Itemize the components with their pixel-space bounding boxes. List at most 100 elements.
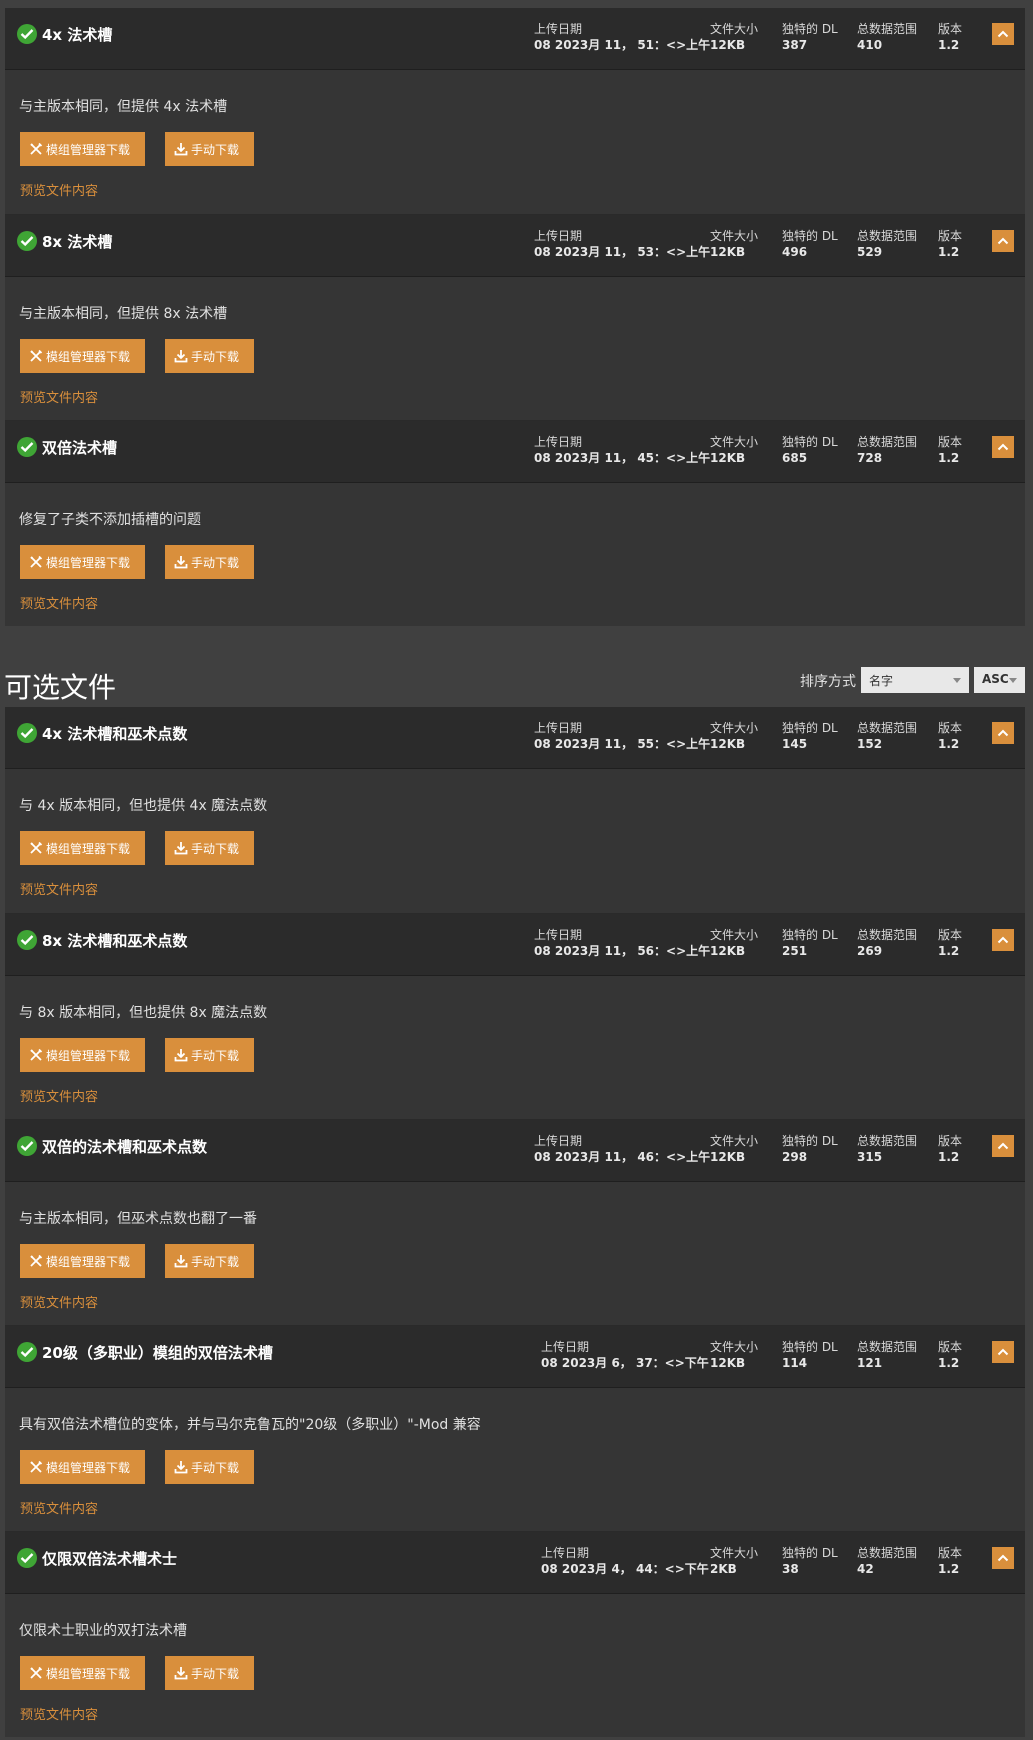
- upload-date-value: 08 2023月 11， 55：<>上午: [534, 737, 711, 751]
- upload-date-label: 上传日期: [534, 22, 583, 36]
- version-value: 1.2: [938, 737, 960, 751]
- mod-manager-download-button[interactable]: 模组管理器下载: [20, 545, 145, 579]
- main-files-list: 4x 法术槽 上传日期 08 2023月 11， 51：<>上午 文件大小 12…: [5, 8, 1025, 626]
- manual-download-button[interactable]: 手动下载: [165, 1244, 254, 1278]
- preview-file-contents-link[interactable]: 预览文件内容: [20, 1704, 98, 1723]
- mod-manager-download-button[interactable]: 模组管理器下载: [20, 1656, 145, 1690]
- unique-dl-label: 独特的 DL: [782, 928, 838, 942]
- chevron-up-icon: [997, 936, 1009, 944]
- file-size-value: 12KB: [710, 245, 746, 259]
- file-header[interactable]: 双倍法术槽 上传日期 08 2023月 11， 45：<>上午 文件大小 12K…: [5, 421, 1025, 483]
- manual-download-button[interactable]: 手动下载: [165, 1038, 254, 1072]
- file-size-value: 12KB: [710, 38, 746, 52]
- file-card: 8x 法术槽和巫术点数 上传日期 08 2023月 11， 56：<>上午 文件…: [5, 913, 1025, 1119]
- file-size-label: 文件大小: [710, 229, 759, 243]
- file-header[interactable]: 仅限双倍法术槽术士 上传日期 08 2023月 4， 44：<>下午 文件大小 …: [5, 1532, 1025, 1594]
- collapse-button[interactable]: [992, 1341, 1014, 1363]
- unique-dl-label: 独特的 DL: [782, 22, 838, 36]
- version-label: 版本: [938, 1134, 963, 1148]
- sort-order-select[interactable]: ASC: [974, 667, 1025, 693]
- unique-dl-stat: 独特的 DL 38: [782, 1545, 838, 1577]
- file-header[interactable]: 4x 法术槽 上传日期 08 2023月 11， 51：<>上午 文件大小 12…: [5, 8, 1025, 70]
- file-name: 8x 法术槽和巫术点数: [42, 932, 188, 950]
- upload-date-value: 08 2023月 11， 46：<>上午: [534, 1150, 711, 1164]
- unique-dl-label: 独特的 DL: [782, 1546, 838, 1560]
- collapse-button[interactable]: [992, 1135, 1014, 1157]
- manual-download-label: 手动下载: [191, 142, 240, 157]
- mod-manager-download-button[interactable]: 模组管理器下载: [20, 132, 145, 166]
- check-circle-icon: [17, 723, 37, 743]
- collapse-button[interactable]: [992, 1547, 1014, 1569]
- unique-dl-stat: 独特的 DL 298: [782, 1133, 838, 1165]
- sort-order-value: ASC: [982, 672, 1009, 686]
- total-dl-value: 269: [857, 944, 883, 958]
- manual-download-label: 手动下载: [191, 841, 240, 856]
- file-name: 4x 法术槽: [42, 26, 113, 44]
- manual-download-button[interactable]: 手动下载: [165, 1656, 254, 1690]
- file-header[interactable]: 8x 法术槽 上传日期 08 2023月 11， 53：<>上午 文件大小 12…: [5, 215, 1025, 277]
- sort-by-select[interactable]: 名字: [861, 667, 969, 693]
- file-size-stat: 文件大小 12KB: [710, 927, 758, 959]
- upload-date-stat: 上传日期 08 2023月 11， 46：<>上午: [534, 1133, 710, 1165]
- total-dl-stat: 总数据范围 728: [857, 434, 917, 466]
- chevron-up-icon: [997, 30, 1009, 38]
- file-name: 双倍法术槽: [42, 439, 118, 457]
- manual-download-button[interactable]: 手动下载: [165, 545, 254, 579]
- sort-by-value: 名字: [869, 674, 894, 688]
- preview-file-contents-link[interactable]: 预览文件内容: [20, 387, 98, 406]
- manual-download-button[interactable]: 手动下载: [165, 1450, 254, 1484]
- unique-dl-value: 114: [782, 1356, 808, 1370]
- collapse-button[interactable]: [992, 929, 1014, 951]
- mod-manager-download-button[interactable]: 模组管理器下载: [20, 1244, 145, 1278]
- wrench-icon: [30, 1254, 43, 1267]
- unique-dl-label: 独特的 DL: [782, 1340, 838, 1354]
- preview-file-contents-link[interactable]: 预览文件内容: [20, 1086, 98, 1105]
- preview-file-contents-link[interactable]: 预览文件内容: [20, 879, 98, 898]
- mod-manager-download-button[interactable]: 模组管理器下载: [20, 339, 145, 373]
- unique-dl-stat: 独特的 DL 114: [782, 1339, 838, 1371]
- upload-date-value: 08 2023月 11， 51：<>上午: [534, 38, 711, 52]
- file-header[interactable]: 8x 法术槽和巫术点数 上传日期 08 2023月 11， 56：<>上午 文件…: [5, 914, 1025, 976]
- upload-date-label: 上传日期: [534, 928, 583, 942]
- file-header[interactable]: 4x 法术槽和巫术点数 上传日期 08 2023月 11， 55：<>上午 文件…: [5, 707, 1025, 769]
- collapse-button[interactable]: [992, 23, 1014, 45]
- manual-download-button[interactable]: 手动下载: [165, 831, 254, 865]
- file-header[interactable]: 双倍的法术槽和巫术点数 上传日期 08 2023月 11， 46：<>上午 文件…: [5, 1120, 1025, 1182]
- file-card: 8x 法术槽 上传日期 08 2023月 11， 53：<>上午 文件大小 12…: [5, 214, 1025, 420]
- file-size-stat: 文件大小 12KB: [710, 720, 758, 752]
- total-dl-label: 总数据范围: [857, 1340, 918, 1354]
- collapse-button[interactable]: [992, 230, 1014, 252]
- file-size-stat: 文件大小 12KB: [710, 434, 758, 466]
- manual-download-button[interactable]: 手动下载: [165, 132, 254, 166]
- upload-date-value: 08 2023月 11， 45：<>上午: [534, 451, 711, 465]
- upload-date-label: 上传日期: [534, 721, 583, 735]
- mod-manager-download-button[interactable]: 模组管理器下载: [20, 831, 145, 865]
- file-header[interactable]: 20级（多职业）模组的双倍法术槽 上传日期 08 2023月 6， 37：<>下…: [5, 1326, 1025, 1388]
- upload-date-stat: 上传日期 08 2023月 11， 51：<>上午: [534, 21, 710, 53]
- mod-manager-download-button[interactable]: 模组管理器下载: [20, 1038, 145, 1072]
- total-dl-value: 529: [857, 245, 883, 259]
- unique-dl-label: 独特的 DL: [782, 435, 838, 449]
- preview-file-contents-link[interactable]: 预览文件内容: [20, 1498, 98, 1517]
- preview-file-contents-link[interactable]: 预览文件内容: [20, 593, 98, 612]
- file-description: 与主版本相同，但提供 8x 法术槽: [19, 306, 228, 322]
- version-value: 1.2: [938, 245, 960, 259]
- total-dl-label: 总数据范围: [857, 22, 918, 36]
- preview-file-contents-link[interactable]: 预览文件内容: [20, 180, 98, 199]
- file-name: 20级（多职业）模组的双倍法术槽: [42, 1344, 273, 1362]
- total-dl-stat: 总数据范围 410: [857, 21, 917, 53]
- version-stat: 版本 1.2: [938, 1133, 962, 1165]
- file-name: 8x 法术槽: [42, 233, 113, 251]
- preview-file-contents-link[interactable]: 预览文件内容: [20, 1292, 98, 1311]
- upload-date-stat: 上传日期 08 2023月 11， 53：<>上午: [534, 228, 710, 260]
- collapse-button[interactable]: [992, 722, 1014, 744]
- file-size-label: 文件大小: [710, 22, 759, 36]
- file-description: 修复了子类不添加插槽的问题: [19, 512, 201, 528]
- version-value: 1.2: [938, 944, 960, 958]
- file-size-stat: 文件大小 12KB: [710, 228, 758, 260]
- collapse-button[interactable]: [992, 436, 1014, 458]
- download-icon: [174, 350, 188, 363]
- mod-manager-download-button[interactable]: 模组管理器下载: [20, 1450, 145, 1484]
- manual-download-button[interactable]: 手动下载: [165, 339, 254, 373]
- wrench-icon: [30, 1666, 43, 1679]
